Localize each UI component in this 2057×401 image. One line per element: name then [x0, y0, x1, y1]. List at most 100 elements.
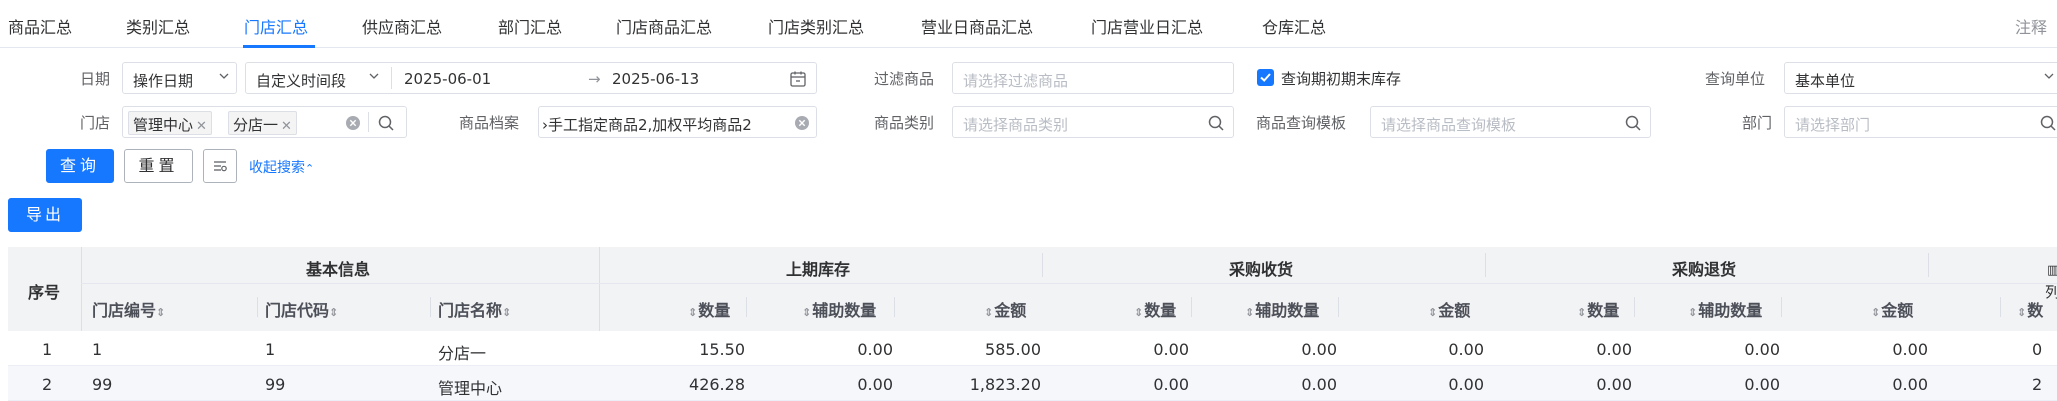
dept-label: 部门: [1742, 114, 1773, 132]
clear-icon[interactable]: [345, 115, 361, 131]
tab-warehouse-summary[interactable]: 仓库汇总: [1262, 14, 1326, 38]
divider: [1781, 297, 1782, 317]
tab-store-category-summary[interactable]: 门店类别汇总: [768, 14, 864, 38]
tab-store-summary[interactable]: 门店汇总: [244, 14, 308, 38]
cell-prev-amount: 585.00: [985, 340, 1041, 359]
col-prev-qty[interactable]: ⇕数量: [688, 297, 730, 321]
col-return-amount-label: 金额: [1881, 301, 1914, 320]
template-input[interactable]: 请选择商品查询模板: [1370, 106, 1651, 138]
tab-goods-summary[interactable]: 商品汇总: [8, 14, 72, 38]
sort-icon[interactable]: ⇕: [502, 306, 511, 319]
sort-icon[interactable]: ⇕: [1688, 306, 1697, 319]
col-return-qty[interactable]: ⇕数量: [1577, 297, 1619, 321]
end-date-input[interactable]: 2025-06-13: [612, 70, 699, 88]
col-store-name[interactable]: 门店名称⇕: [438, 297, 512, 321]
date-type-select[interactable]: 操作日期: [122, 62, 237, 94]
sort-icon[interactable]: ⇕: [984, 306, 993, 319]
sort-icon[interactable]: ⇕: [1577, 306, 1586, 319]
col-prev-aux-qty[interactable]: ⇕辅助数量: [802, 297, 876, 321]
cell-return-amount: 0.00: [1892, 375, 1928, 394]
tab-supplier-summary[interactable]: 供应商汇总: [362, 14, 442, 38]
date-range-picker[interactable]: 自定义时间段 2025-06-01 → 2025-06-13: [245, 62, 817, 94]
sort-icon[interactable]: ⇕: [1871, 306, 1880, 319]
store-multi-select[interactable]: 管理中心 ✕ 分店一 ✕: [122, 106, 407, 138]
index-header: 序号: [28, 283, 61, 302]
close-icon[interactable]: ✕: [196, 119, 207, 134]
dept-placeholder: 请选择部门: [1795, 116, 1871, 134]
col-receipt-qty[interactable]: ⇕数量: [1134, 297, 1176, 321]
sort-icon[interactable]: ⇕: [2017, 306, 2026, 319]
sort-icon[interactable]: ⇕: [1245, 306, 1254, 319]
tab-store-goods-summary[interactable]: 门店商品汇总: [616, 14, 712, 38]
table-row[interactable]: 2 99 99 管理中心 426.28 0.00 1,823.20 0.00 0…: [8, 366, 2057, 401]
table-row[interactable]: 1 1 1 分店一 15.50 0.00 585.00 0.00 0.00 0.…: [8, 331, 2057, 366]
tab-category-summary[interactable]: 类别汇总: [126, 14, 190, 38]
search-icon[interactable]: [377, 114, 395, 132]
cell-return-aux-qty: 0.00: [1744, 340, 1780, 359]
cell-store-name: 管理中心: [438, 379, 503, 398]
col-return-qty-label: 数量: [1587, 301, 1620, 320]
category-input[interactable]: 请选择商品类别: [952, 106, 1234, 138]
cell-index: 1: [42, 340, 53, 359]
cell-prev-qty: 426.28: [689, 375, 745, 394]
clear-icon[interactable]: [794, 115, 810, 131]
goods-archive-input[interactable]: ›手工指定商品2,加权平均商品2: [538, 106, 817, 138]
unit-select[interactable]: 基本单位: [1784, 62, 2057, 94]
col-return-amount[interactable]: ⇕金额: [1871, 297, 1913, 321]
col-receipt-amount[interactable]: ⇕金额: [1428, 297, 1470, 321]
collapse-search-link[interactable]: 收起搜索⌃: [249, 157, 314, 177]
tab-store-business-day-summary[interactable]: 门店营业日汇总: [1091, 14, 1203, 38]
sort-icon[interactable]: ⇕: [156, 306, 165, 319]
col-prev-amount-label: 金额: [994, 301, 1027, 320]
tab-department-summary[interactable]: 部门汇总: [498, 14, 562, 38]
col-store-name-label: 门店名称: [438, 301, 503, 320]
note-link[interactable]: 注释: [2015, 14, 2047, 38]
initial-end-stock-checkbox[interactable]: [1257, 69, 1274, 86]
initial-end-stock-label[interactable]: 查询期初期末库存: [1281, 68, 1401, 89]
sort-icon[interactable]: ⇕: [1428, 306, 1437, 319]
col-receipt-aux-qty[interactable]: ⇕辅助数量: [1245, 297, 1319, 321]
store-tag[interactable]: 分店一 ✕: [228, 111, 297, 135]
column-settings-button[interactable]: [203, 149, 237, 183]
cell-return-qty: 0.00: [1596, 375, 1632, 394]
cell-store-no: 99: [92, 375, 113, 394]
sort-icon[interactable]: ⇕: [802, 306, 811, 319]
close-icon[interactable]: ✕: [281, 119, 292, 134]
dept-input[interactable]: 请选择部门: [1784, 106, 2057, 138]
search-icon[interactable]: [2039, 114, 2057, 132]
column-side-label[interactable]: 列: [2045, 281, 2057, 302]
divider: [1191, 297, 1192, 317]
col-cut-off[interactable]: ⇕数: [2017, 297, 2043, 321]
store-tag[interactable]: 管理中心 ✕: [128, 111, 212, 135]
sort-icon[interactable]: ⇕: [1134, 306, 1143, 319]
cell-receipt-amount: 0.00: [1448, 375, 1484, 394]
col-prev-amount[interactable]: ⇕金额: [984, 297, 1026, 321]
tab-business-day-goods-summary[interactable]: 营业日商品汇总: [921, 14, 1033, 38]
divider: [1485, 253, 1486, 277]
col-store-no[interactable]: 门店编号⇕: [92, 297, 166, 321]
calendar-icon[interactable]: [789, 70, 807, 88]
reset-button[interactable]: 重置: [124, 149, 193, 183]
sort-icon[interactable]: ⇕: [329, 306, 338, 319]
cell-prev-aux-qty: 0.00: [857, 340, 893, 359]
start-date-input[interactable]: 2025-06-01: [404, 70, 491, 88]
export-button[interactable]: 导出: [8, 198, 82, 232]
query-button[interactable]: 查询: [46, 149, 114, 183]
col-return-aux-qty[interactable]: ⇕辅助数量: [1688, 297, 1762, 321]
template-placeholder: 请选择商品查询模板: [1381, 116, 1517, 134]
col-cut-off-label: 数: [2027, 301, 2044, 320]
goods-archive-value: ›手工指定商品2,加权平均商品2: [542, 116, 752, 134]
search-icon[interactable]: [1624, 114, 1642, 132]
sort-icon[interactable]: ⇕: [688, 306, 697, 319]
unit-value: 基本单位: [1795, 72, 1856, 90]
cell-prev-qty: 15.50: [699, 340, 745, 359]
divider: [81, 283, 2057, 284]
col-store-code[interactable]: 门店代码⇕: [265, 297, 339, 321]
col-store-no-label: 门店编号: [92, 301, 157, 320]
column-toggle-icon[interactable]: ▥: [2047, 263, 2057, 278]
search-icon[interactable]: [1207, 114, 1225, 132]
group-basic-info: 基本信息: [306, 260, 371, 279]
divider: [1928, 253, 1929, 277]
settings-list-icon: [214, 161, 227, 172]
filter-goods-input[interactable]: 请选择过滤商品: [952, 62, 1234, 94]
